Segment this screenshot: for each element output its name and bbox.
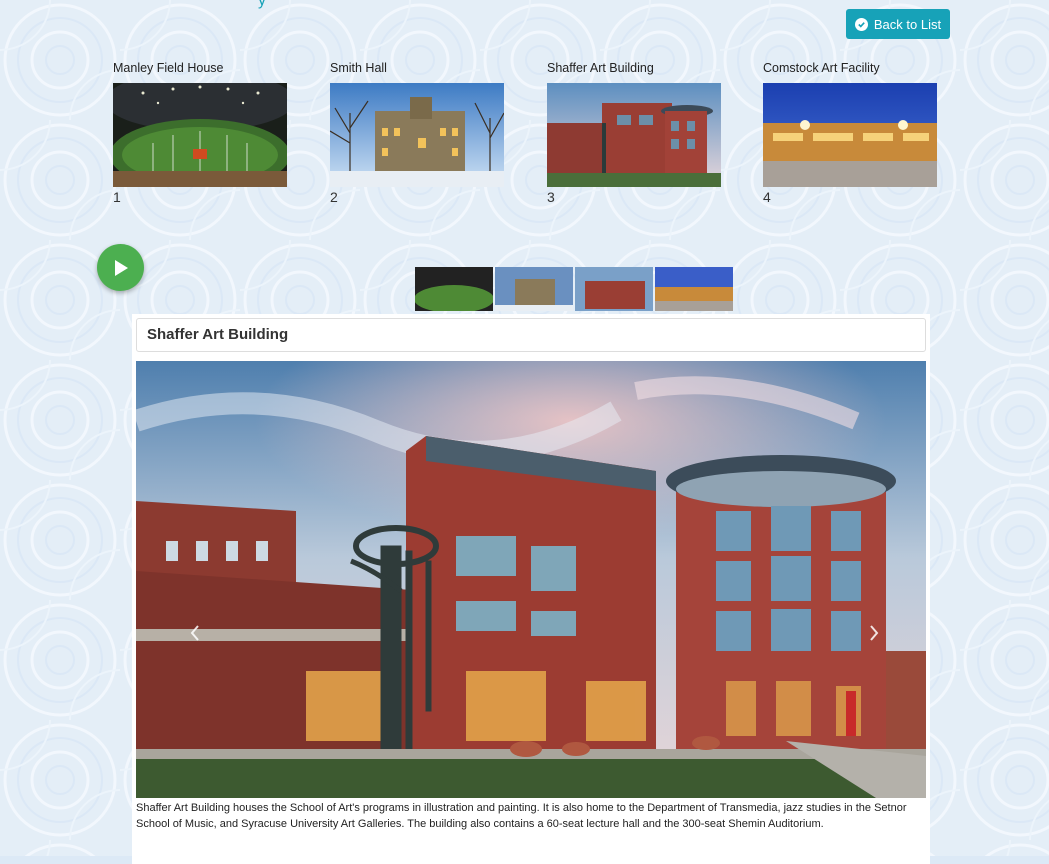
comstock-art-facility-thumbnail[interactable] — [763, 83, 937, 187]
next-slide-button[interactable] — [867, 623, 881, 643]
gallery-item-label: Comstock Art Facility — [763, 61, 880, 75]
smith-hall-thumbnail[interactable] — [330, 83, 504, 187]
slide-image — [136, 361, 926, 798]
gallery-item-label: Shaffer Art Building — [547, 61, 654, 75]
play-slideshow-button[interactable] — [97, 244, 144, 291]
strip-thumb-3[interactable] — [575, 267, 653, 311]
gallery-item-number: 1 — [113, 189, 121, 205]
gallery-item-3[interactable]: Shaffer Art Building 3 — [547, 61, 721, 205]
slide-description: Shaffer Art Building houses the School o… — [136, 802, 907, 830]
gallery-item-number: 2 — [330, 189, 338, 205]
strip-thumb-4[interactable] — [655, 267, 733, 311]
chevron-right-icon — [870, 625, 879, 641]
check-circle-icon — [854, 17, 868, 31]
gallery-item-number: 3 — [547, 189, 555, 205]
gallery-item-1[interactable]: Manley Field House 1 — [113, 61, 287, 205]
gallery-item-4[interactable]: Comstock Art Facility 4 — [763, 61, 937, 205]
slideshow-thumbnail-strip — [415, 267, 733, 311]
gallery-item-label: Smith Hall — [330, 61, 387, 75]
strip-thumb-1[interactable] — [415, 267, 493, 311]
chevron-left-icon — [190, 625, 199, 641]
back-to-list-button[interactable]: Back to List — [846, 9, 950, 39]
page-title-clipped: y — [258, 0, 266, 9]
play-icon — [114, 259, 128, 276]
strip-thumb-2[interactable] — [495, 267, 573, 311]
shaffer-art-building-photo — [136, 361, 926, 798]
back-to-list-label: Back to List — [873, 16, 942, 32]
manley-field-house-thumbnail[interactable] — [113, 83, 287, 187]
slideshow-panel: Shaffer Art Building Shaffer Art Buildin… — [132, 314, 930, 864]
previous-slide-button[interactable] — [188, 623, 202, 643]
gallery-item-label: Manley Field House — [113, 61, 224, 75]
shaffer-art-building-thumbnail[interactable] — [547, 83, 721, 187]
gallery-item-number: 4 — [763, 189, 771, 205]
gallery-item-2[interactable]: Smith Hall 2 — [330, 61, 504, 205]
slide-title: Shaffer Art Building — [136, 318, 926, 352]
